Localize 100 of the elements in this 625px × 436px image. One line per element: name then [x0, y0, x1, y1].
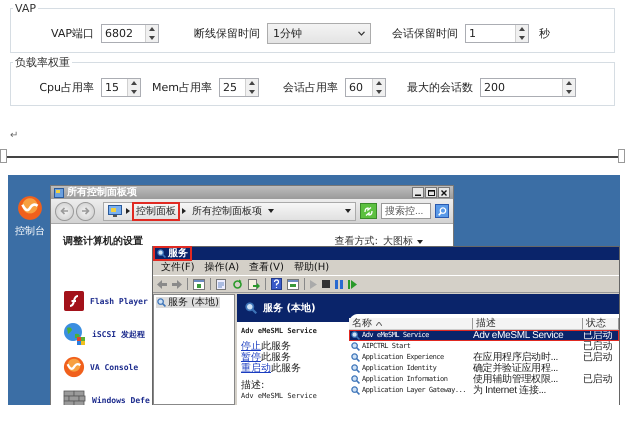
description-label: 描述:: [241, 380, 266, 391]
chevron-right-icon: [182, 208, 186, 214]
chevron-down-icon: [358, 31, 365, 36]
window-icon: [54, 188, 64, 198]
arrow-left-icon: [60, 207, 69, 216]
action-link[interactable]: 暂停: [241, 352, 261, 363]
action-text: 重启动此服务: [241, 363, 301, 374]
table-cell: Adv eMeSML Service: [473, 330, 564, 341]
close-icon: [441, 190, 447, 196]
magnifier-icon: [245, 302, 257, 314]
search-icon: [438, 206, 446, 216]
magnifier-icon: [157, 249, 166, 258]
table-cell: 已启动: [583, 374, 612, 385]
search-field[interactable]: 搜索控...: [381, 203, 431, 220]
field-label: 会话保留时间: [392, 26, 458, 41]
dropdown-arrow-icon: [417, 240, 423, 244]
desktop-app-icon: [17, 195, 43, 221]
document-icon[interactable]: [216, 278, 227, 290]
console-tree-icon[interactable]: [193, 278, 205, 290]
maximize-button[interactable]: [425, 187, 437, 198]
help-icon[interactable]: [271, 278, 282, 290]
control-panel-icon: [108, 205, 122, 218]
export-icon[interactable]: [248, 278, 260, 290]
column-header[interactable]: 描述: [473, 318, 583, 330]
paragraph-mark: ↵: [10, 130, 18, 142]
spin-up-button[interactable]: [127, 79, 140, 88]
magnifier-icon: [351, 386, 360, 395]
dropdown-arrow-icon: [268, 209, 274, 214]
pane-title: 服务 (本地): [263, 302, 316, 315]
action-text: 停止此服务: [241, 341, 291, 352]
menu-item[interactable]: 文件(F): [161, 262, 195, 274]
table-cell: 已启动: [583, 341, 612, 352]
section-heading: 调整计算机的设置: [63, 236, 143, 247]
magnifier-icon: [351, 364, 360, 373]
window-title: 服务: [168, 248, 188, 259]
field-label: Mem占用率: [152, 80, 212, 95]
magnifier-icon: [351, 342, 360, 351]
group-title: VAP: [14, 2, 37, 15]
menu-item[interactable]: 查看(V): [249, 262, 284, 274]
field-label: 断线保留时间: [194, 26, 260, 41]
spin-up-button[interactable]: [245, 79, 258, 88]
table-cell: 已启动: [583, 352, 612, 363]
group-title: 负载率权重: [14, 55, 71, 70]
close-button[interactable]: [438, 187, 450, 198]
globe-icon: [63, 322, 87, 346]
address-bar[interactable]: 控制面板 所有控制面板项: [103, 202, 356, 221]
brick-wall-icon: [63, 389, 87, 405]
chevron-right-icon: [126, 208, 130, 214]
dropdown[interactable]: 1分钟: [267, 23, 371, 44]
flash-app-icon: [63, 290, 85, 312]
pause-icon[interactable]: [335, 280, 343, 288]
number-field[interactable]: 6802: [101, 24, 159, 43]
desktop-icon-label[interactable]: 控制台: [15, 224, 45, 238]
field-label: 最大的会话数: [407, 80, 473, 95]
spin-up-button[interactable]: [145, 25, 158, 34]
search-button[interactable]: [435, 204, 449, 218]
action-link[interactable]: 重启动: [241, 363, 271, 374]
breadcrumb-item[interactable]: 控制面板: [134, 204, 178, 219]
spin-up-button[interactable]: [562, 79, 575, 88]
number-field[interactable]: 1: [465, 24, 529, 43]
view-by-label: 查看方式:: [334, 236, 378, 247]
table-cell: 为 Internet 连接...: [473, 385, 546, 396]
control-panel-item[interactable]: Windows Defe: [63, 388, 150, 405]
magnifier-icon: [351, 353, 360, 362]
magnifier-icon: [351, 331, 360, 340]
spin-up-button[interactable]: [515, 25, 528, 34]
field-label: 会话占用率: [283, 80, 338, 95]
table-cell: 在应用程序启动时...: [473, 352, 558, 363]
menu-item[interactable]: 操作(A): [204, 262, 240, 274]
minimize-button[interactable]: [412, 187, 424, 198]
console-logo-icon: [63, 356, 85, 378]
menu-item[interactable]: 帮助(H): [294, 262, 330, 274]
action-link[interactable]: 停止: [241, 341, 261, 352]
number-field[interactable]: 25: [219, 78, 259, 97]
control-panel-item[interactable]: Flash Player: [63, 289, 148, 313]
refresh-icon: [363, 206, 374, 216]
control-panel-item[interactable]: iSCSI 发起程: [63, 322, 145, 346]
refresh-button[interactable]: [360, 203, 377, 220]
number-field[interactable]: 60: [345, 78, 386, 97]
table-cell: 使用辅助管理权限...: [473, 374, 558, 385]
arrow-right-icon: [81, 207, 90, 216]
maximize-icon: [428, 190, 434, 196]
resize-handle[interactable]: [0, 149, 7, 163]
column-header[interactable]: 名称: [349, 318, 473, 330]
tree-item[interactable]: 服务 (本地): [156, 297, 220, 308]
dropdown-arrow-icon: [345, 209, 351, 214]
field-label: VAP端口: [51, 26, 94, 41]
column-header[interactable]: 状态: [583, 318, 619, 330]
spin-up-button[interactable]: [372, 79, 385, 88]
control-panel-item[interactable]: VA Console: [63, 355, 138, 379]
view-mode-dropdown[interactable]: 大图标: [383, 236, 423, 247]
resize-handle[interactable]: [618, 149, 625, 163]
magnifier-icon: [157, 298, 166, 307]
window-title: 所有控制面板项: [67, 186, 137, 199]
field-label: Cpu占用率: [39, 80, 94, 95]
magnifier-icon: [351, 375, 360, 384]
number-field[interactable]: 200: [480, 78, 576, 97]
number-field[interactable]: 15: [101, 78, 141, 97]
properties-icon[interactable]: [287, 278, 299, 290]
breadcrumb-item[interactable]: 所有控制面板项: [190, 204, 264, 219]
